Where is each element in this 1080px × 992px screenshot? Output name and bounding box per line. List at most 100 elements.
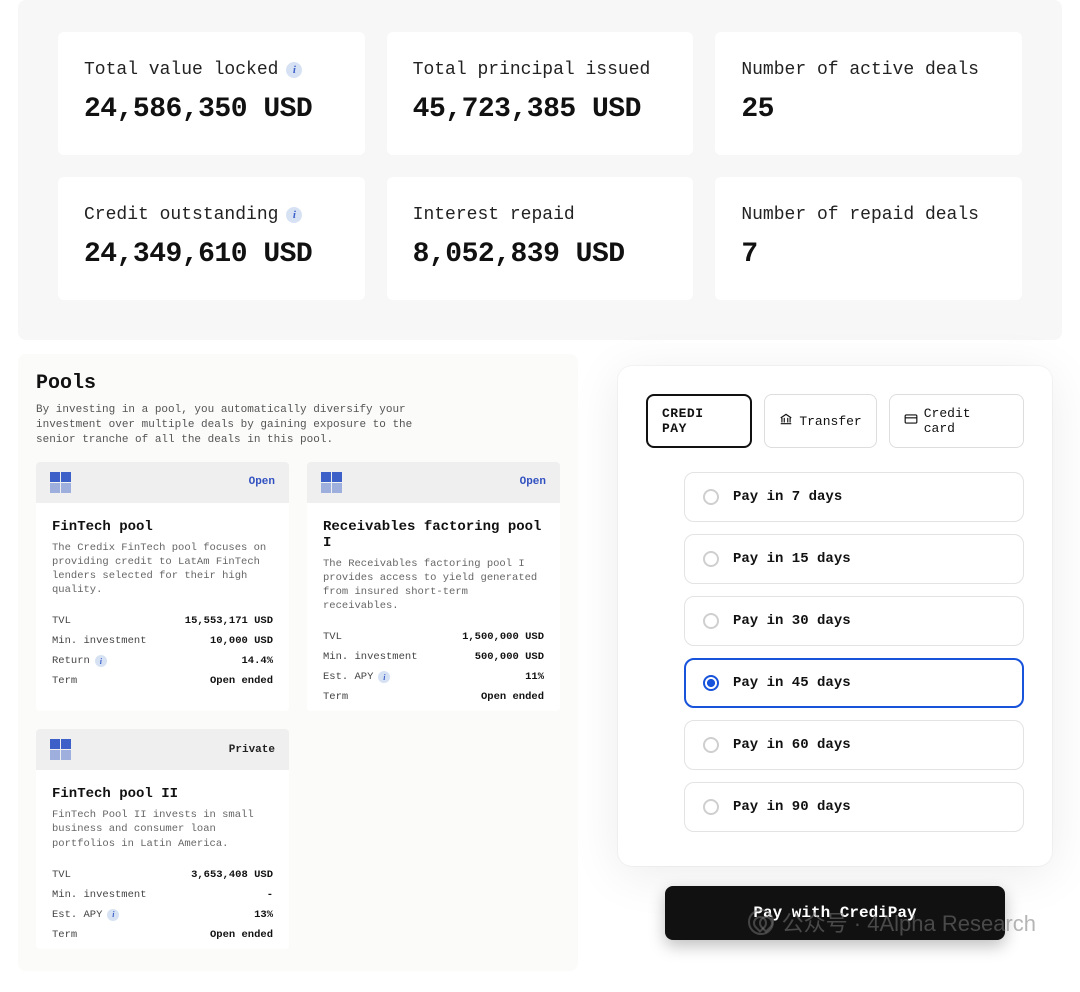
pool-header: Open xyxy=(307,462,560,503)
info-icon[interactable]: i xyxy=(286,207,302,223)
payment-option-label: Pay in 45 days xyxy=(733,675,851,691)
stat-label: Total principal issued xyxy=(413,60,668,80)
pool-logo-icon xyxy=(50,472,72,493)
pay-button[interactable]: Pay with CrediPay xyxy=(665,886,1005,940)
pool-stat-label: TVL xyxy=(52,615,71,627)
radio-icon xyxy=(703,613,719,629)
pool-stat-label: Term xyxy=(52,675,77,687)
stat-label-text: Number of repaid deals xyxy=(741,205,979,225)
pool-status-badge: Private xyxy=(229,744,275,756)
radio-icon xyxy=(703,799,719,815)
payment-option[interactable]: Pay in 90 days xyxy=(684,782,1024,832)
pool-card[interactable]: Open FinTech pool The Credix FinTech pool … xyxy=(36,462,289,712)
stat-label-text: Number of active deals xyxy=(741,60,979,80)
pool-stat-value: - xyxy=(267,889,273,901)
tab-credit-card[interactable]: Credit card xyxy=(889,394,1024,448)
info-icon[interactable]: i xyxy=(378,671,390,683)
stat-card: Total principal issued 45,723,385 USD xyxy=(387,32,694,155)
stat-value: 8,052,839 USD xyxy=(413,239,668,270)
pool-description: FinTech Pool II invests in small busines… xyxy=(52,808,273,851)
payment-option[interactable]: Pay in 45 days xyxy=(684,658,1024,708)
stat-label: Number of active deals xyxy=(741,60,996,80)
pool-stat-row: TVL 1,500,000 USD xyxy=(323,627,544,647)
info-icon[interactable]: i xyxy=(95,655,107,667)
info-icon[interactable]: i xyxy=(107,909,119,921)
payment-tabs: CREDI PAY Transfer Credit card xyxy=(646,394,1024,448)
stat-value: 7 xyxy=(741,239,996,270)
stat-value: 45,723,385 USD xyxy=(413,94,668,125)
pool-stat-label: TVL xyxy=(323,631,342,643)
info-icon[interactable]: i xyxy=(286,62,302,78)
stat-value: 25 xyxy=(741,94,996,125)
pool-stat-label: Term xyxy=(52,929,77,941)
pool-stat-row: Min. investment 10,000 USD xyxy=(52,631,273,651)
payment-section: CREDI PAY Transfer Credit card Pay in 7 … xyxy=(608,354,1062,940)
pool-logo-icon xyxy=(50,739,72,760)
pools-title: Pools xyxy=(36,372,560,395)
pool-stat-label: Est. APYi xyxy=(52,909,119,921)
pool-stat-label: Min. investment xyxy=(52,889,147,901)
payment-option-label: Pay in 90 days xyxy=(733,799,851,815)
pools-description: By investing in a pool, you automaticall… xyxy=(36,403,436,448)
pool-logo-icon xyxy=(321,472,343,493)
stat-label-text: Credit outstanding xyxy=(84,205,278,225)
stat-label-text: Total principal issued xyxy=(413,60,651,80)
stat-card: Number of repaid deals 7 xyxy=(715,177,1022,300)
pool-header: Open xyxy=(36,462,289,503)
pool-card[interactable]: Private FinTech pool II FinTech Pool II in… xyxy=(36,729,289,949)
payment-option-label: Pay in 60 days xyxy=(733,737,851,753)
radio-icon xyxy=(703,737,719,753)
stat-label: Interest repaid xyxy=(413,205,668,225)
payment-option[interactable]: Pay in 7 days xyxy=(684,472,1024,522)
pool-stat-label: TVL xyxy=(52,869,71,881)
pool-stat-value: 10,000 USD xyxy=(210,635,273,647)
pool-stat-label: Est. APYi xyxy=(323,671,390,683)
pool-stat-value: 13% xyxy=(254,909,273,921)
pool-name: Receivables factoring pool I xyxy=(323,519,544,551)
pool-stat-label: Term xyxy=(323,691,348,703)
pool-stat-row: TermOpen ended xyxy=(52,671,273,691)
pool-stat-row: Est. APYi 13% xyxy=(52,905,273,925)
payment-option[interactable]: Pay in 30 days xyxy=(684,596,1024,646)
pool-status-badge: Open xyxy=(520,476,546,488)
tab-credipay-label: CREDI PAY xyxy=(662,406,736,436)
pools-section: Pools By investing in a pool, you automa… xyxy=(18,354,578,971)
tab-transfer-label: Transfer xyxy=(799,414,861,429)
stat-label: Credit outstanding i xyxy=(84,205,339,225)
payment-options: Pay in 7 days Pay in 15 days Pay in 30 day… xyxy=(646,472,1024,832)
pool-name: FinTech pool II xyxy=(52,786,273,802)
pool-stat-row: Min. investment500,000 USD xyxy=(323,647,544,667)
pool-stat-label: Returni xyxy=(52,655,107,667)
stat-card: Interest repaid 8,052,839 USD xyxy=(387,177,694,300)
pool-description: The Credix FinTech pool focuses on provi… xyxy=(52,541,273,598)
pool-stat-row: Est. APYi11% xyxy=(323,667,544,687)
tab-credit-card-label: Credit card xyxy=(924,406,1009,436)
pool-stat-row: Min. investment - xyxy=(52,885,273,905)
payment-option-label: Pay in 30 days xyxy=(733,613,851,629)
pool-stat-row: Term Open ended xyxy=(52,925,273,945)
pool-stat-value: Open ended xyxy=(210,929,273,941)
payment-option-label: Pay in 15 days xyxy=(733,551,851,567)
tab-credipay[interactable]: CREDI PAY xyxy=(646,394,752,448)
payment-option[interactable]: Pay in 15 days xyxy=(684,534,1024,584)
bank-icon xyxy=(779,412,793,430)
pool-stat-value: 1,500,000 USD xyxy=(462,631,544,643)
stat-label-text: Interest repaid xyxy=(413,205,575,225)
stats-section: Total value lockedi24,586,350 USDTotal p… xyxy=(18,0,1062,340)
payment-card: CREDI PAY Transfer Credit card Pay in 7 … xyxy=(618,366,1052,866)
tab-transfer[interactable]: Transfer xyxy=(764,394,876,448)
pool-status-badge: Open xyxy=(249,476,275,488)
radio-icon xyxy=(703,551,719,567)
pool-name: FinTech pool xyxy=(52,519,273,535)
payment-option-label: Pay in 7 days xyxy=(733,489,842,505)
pool-stat-label: Min. investment xyxy=(323,651,418,663)
pool-stat-row: TVL 3,653,408 USD xyxy=(52,865,273,885)
pool-stat-value: 3,653,408 USD xyxy=(191,869,273,881)
pool-stat-label: Min. investment xyxy=(52,635,147,647)
pool-description: The Receivables factoring pool I provide… xyxy=(323,557,544,614)
pool-card[interactable]: Open Receivables factoring pool I The Rece… xyxy=(307,462,560,712)
stat-card: Credit outstandingi24,349,610 USD xyxy=(58,177,365,300)
stat-value: 24,586,350 USD xyxy=(84,94,339,125)
pool-stat-value: 15,553,171 USD xyxy=(185,615,273,627)
payment-option[interactable]: Pay in 60 days xyxy=(684,720,1024,770)
